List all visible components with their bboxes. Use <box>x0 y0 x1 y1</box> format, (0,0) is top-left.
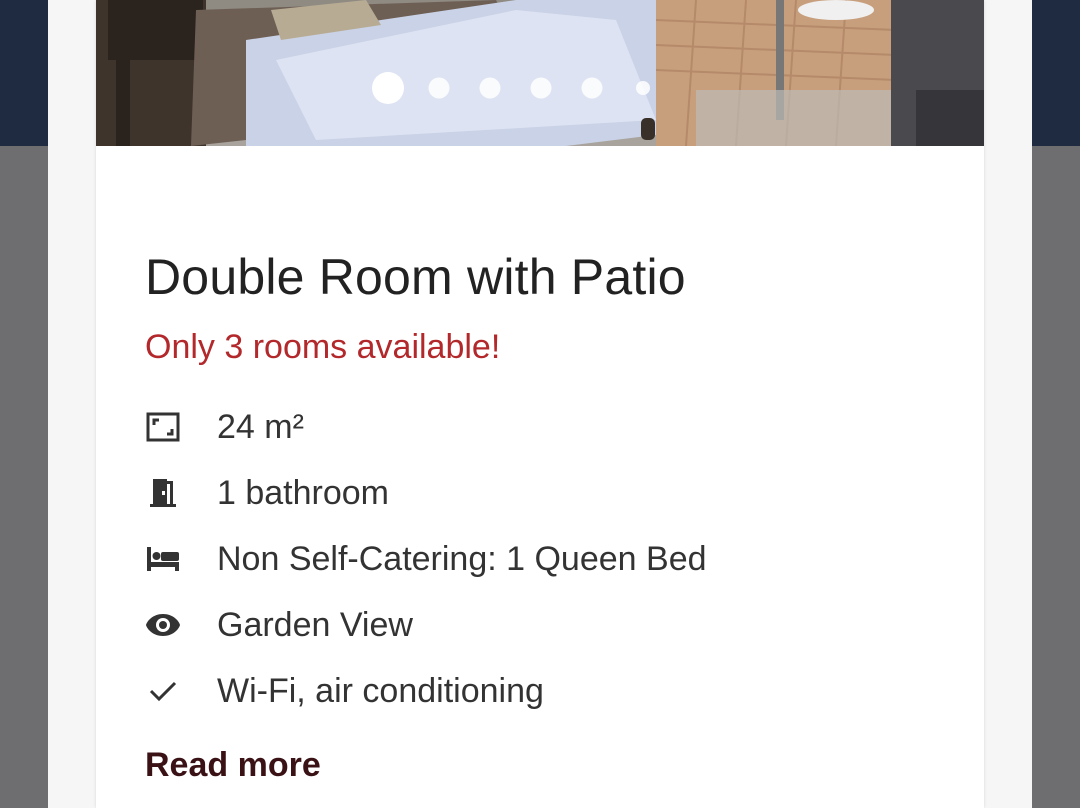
feature-view: Garden View <box>145 600 945 650</box>
feature-text: 1 bathroom <box>217 473 389 512</box>
feature-text: 24 m² <box>217 407 304 446</box>
feature-text: Non Self-Catering: 1 Queen Bed <box>217 539 707 578</box>
gallery-dot-2[interactable] <box>428 77 450 99</box>
eye-icon <box>145 607 181 643</box>
gallery-dot-1[interactable] <box>372 72 404 104</box>
read-more-link[interactable]: Read more <box>145 746 321 785</box>
bed-icon <box>145 541 181 577</box>
availability-notice: Only 3 rooms available! <box>145 328 501 366</box>
gallery-dot-3[interactable] <box>479 77 501 99</box>
feature-amenities: Wi-Fi, air conditioning <box>145 666 945 716</box>
feature-bathroom: 1 bathroom <box>145 468 945 518</box>
gallery-dot-6[interactable] <box>636 81 650 95</box>
room-title: Double Room with Patio <box>145 249 686 305</box>
feature-text: Wi-Fi, air conditioning <box>217 671 544 710</box>
checkmark-icon <box>145 673 181 709</box>
bathroom-door-icon <box>145 475 181 511</box>
gallery-dot-5[interactable] <box>581 77 603 99</box>
room-size-icon <box>145 409 181 445</box>
gallery-pagination <box>96 70 984 106</box>
feature-bed: Non Self-Catering: 1 Queen Bed <box>145 534 945 584</box>
gallery-dot-4[interactable] <box>530 77 552 99</box>
feature-room-size: 24 m² <box>145 402 945 452</box>
feature-text: Garden View <box>217 605 413 644</box>
